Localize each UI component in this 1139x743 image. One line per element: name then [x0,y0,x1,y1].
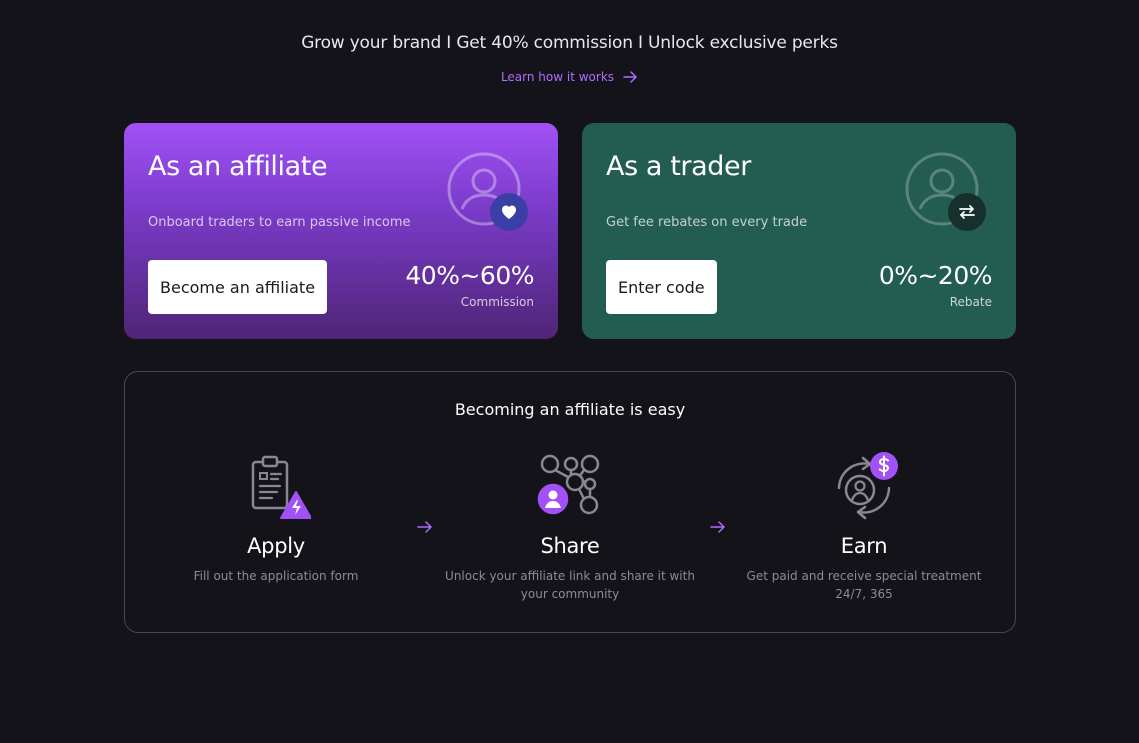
enter-code-button[interactable]: Enter code [606,260,717,314]
steps-section: Becoming an affiliate is easy Apply Fill… [124,371,1016,633]
rebate-label: Rebate [949,295,992,309]
affiliate-user-heart-icon [446,151,532,233]
commission-label: Commission [460,295,534,309]
affiliate-card: As an affiliate Onboard traders to earn … [124,123,558,339]
dollar-cycle-icon [829,452,899,522]
step-share-desc: Unlock your affiliate link and share it … [445,569,695,601]
step-arrow-icon [710,521,725,533]
commission-value: 40%~60% [405,261,534,290]
step-share: Share Unlock your affiliate link and sha… [435,452,705,603]
step-apply-desc: Fill out the application form [193,569,359,583]
rebate-value: 0%~20% [878,261,993,290]
clipboard-bolt-icon [241,452,312,522]
commission-rate: 40%~60% Commission [405,261,534,309]
step-apply-name: Apply [247,534,305,558]
step-earn: Earn Get paid and receive special treatm… [729,452,999,603]
heart-badge [490,193,528,231]
affiliate-card-subtitle: Onboard traders to earn passive income [148,215,411,230]
swap-arrows-icon [959,205,975,219]
trader-card-title: As a trader [606,151,751,182]
step-apply: Apply Fill out the application form [141,452,411,585]
step-earn-desc: Get paid and receive special treatment 2… [746,569,982,601]
swap-badge [948,193,986,231]
affiliate-card-title: As an affiliate [148,151,328,182]
rebate-rate: 0%~20% Rebate [878,261,993,309]
trader-card-subtitle: Get fee rebates on every trade [606,215,808,230]
learn-link-label: Learn how it works [500,70,615,84]
affiliate-page: Grow your brand I Get 40% commission I U… [0,0,1139,743]
trader-user-swap-icon [904,151,990,233]
become-affiliate-button[interactable]: Become an affiliate [148,260,328,314]
heart-icon [502,205,516,219]
step-earn-name: Earn [840,534,888,558]
arrow-right-icon [623,71,637,83]
network-user-icon [535,452,605,522]
step-share-name: Share [540,534,600,558]
learn-how-it-works-link[interactable]: Learn how it works [0,69,1139,85]
page-headline: Grow your brand I Get 40% commission I U… [301,33,838,53]
trader-card: As a trader Get fee rebates on every tra… [582,123,1016,339]
steps-title: Becoming an affiliate is easy [454,400,686,419]
step-arrow-icon [417,521,432,533]
